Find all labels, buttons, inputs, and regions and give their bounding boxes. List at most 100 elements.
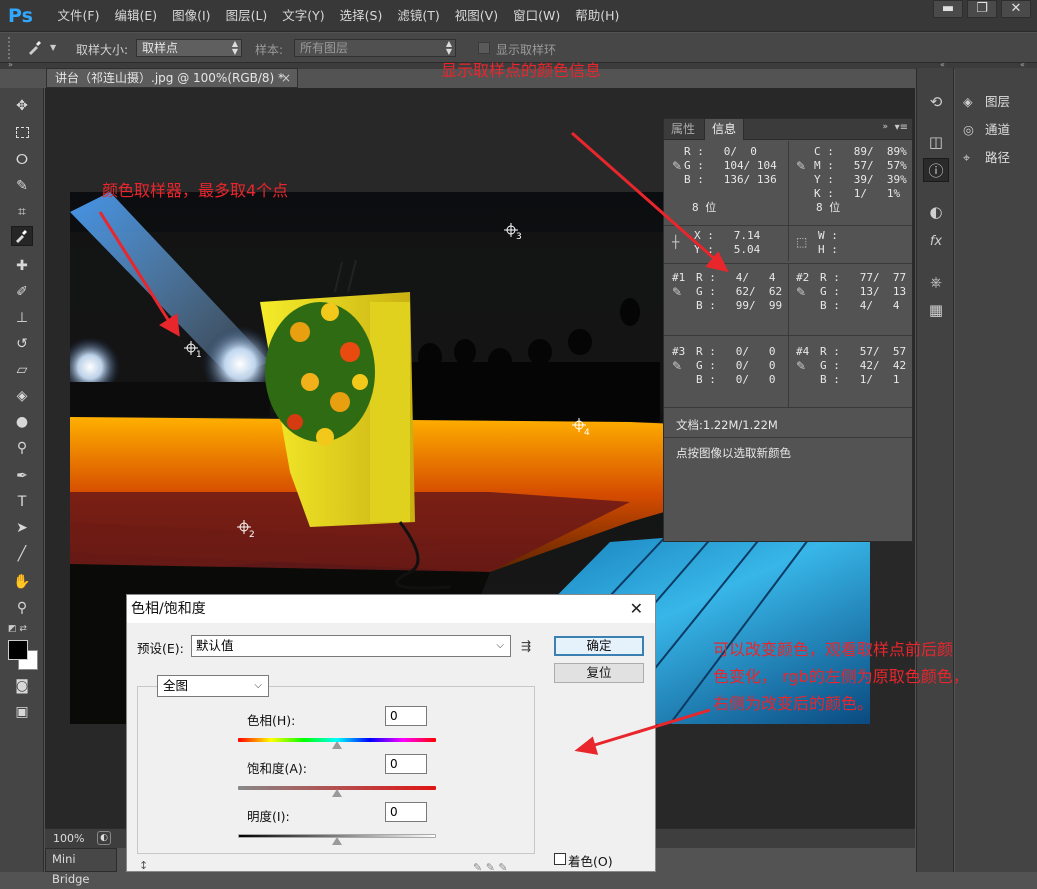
eyedropper-icon[interactable] xyxy=(26,38,46,58)
menu-select[interactable]: 选择(S) xyxy=(332,0,390,32)
layers-panel-collapsed: ◈ 图层 ◎ 通道 ⌖ 路径 xyxy=(955,68,1037,872)
hue-input[interactable]: 0 xyxy=(385,706,427,726)
swatches-icon[interactable]: ⎈ xyxy=(923,270,949,294)
line-tool-icon[interactable]: ╱ xyxy=(11,544,33,564)
ok-button[interactable]: 确定 xyxy=(554,636,644,656)
tab-info[interactable]: 信息 xyxy=(704,119,745,140)
saturation-slider-thumb[interactable] xyxy=(332,789,342,797)
divider xyxy=(788,141,789,225)
paths-icon: ⌖ xyxy=(963,150,971,165)
document-tab[interactable]: 讲台（祁连山摄）.jpg @ 100%(RGB/8) * × xyxy=(46,68,298,88)
move-tool-icon[interactable]: ✥ xyxy=(11,96,33,116)
photoshop-logo: Ps xyxy=(8,5,33,27)
pen-tool-icon[interactable]: ✒ xyxy=(11,466,33,486)
eyedropper-icon: ✎ xyxy=(672,159,683,173)
updown-icon: ▲ ▼ xyxy=(445,39,452,56)
info-panel: 属性 信息 » ▾≡ ✎ R : 0/ 0 G : 104/ 104 B : 1… xyxy=(663,118,913,542)
eyedropper-tool-icon[interactable] xyxy=(11,226,33,246)
menu-window[interactable]: 窗口(W) xyxy=(506,0,568,32)
hue-slider-thumb[interactable] xyxy=(332,741,342,749)
status-info-icon[interactable]: ◐ xyxy=(97,831,111,845)
dialog-title: 色相/饱和度 xyxy=(131,601,206,617)
paint-bucket-icon[interactable]: ◈ xyxy=(11,386,33,406)
sample-size-select[interactable]: 取样点 ▲ ▼ xyxy=(136,39,242,57)
collapse-icon[interactable]: » xyxy=(8,60,13,69)
eyedropper-icon: ✎ xyxy=(796,359,807,373)
info-x: 7.14 xyxy=(733,229,761,242)
sampler-4-r: 57/ 57 xyxy=(859,345,907,358)
divider xyxy=(788,335,789,407)
lasso-tool-icon[interactable]: ⵔ xyxy=(11,150,33,170)
sampler-3-r: 0/ 0 xyxy=(735,345,776,358)
reset-button[interactable]: 复位 xyxy=(554,663,644,683)
close-tab-icon[interactable]: × xyxy=(281,69,291,87)
maximize-button[interactable]: ❐ xyxy=(967,0,997,18)
saturation-input[interactable]: 0 xyxy=(385,754,427,774)
layers-tab[interactable]: ◈ 图层 xyxy=(963,90,1010,114)
brush-tool-icon[interactable]: ✐ xyxy=(11,282,33,302)
healing-brush-icon[interactable]: ✚ xyxy=(11,256,33,276)
hand-tool-icon[interactable]: ✋ xyxy=(11,572,33,592)
lightness-slider-thumb[interactable] xyxy=(332,837,342,845)
layers-icon: ◈ xyxy=(963,94,973,109)
menu-view[interactable]: 视图(V) xyxy=(447,0,505,32)
collapse-icon[interactable]: » xyxy=(882,122,888,132)
lightness-input[interactable]: 0 xyxy=(385,802,427,822)
history-panel-icon[interactable]: ⟲ xyxy=(923,90,949,114)
tab-properties[interactable]: 属性 xyxy=(664,119,702,140)
type-tool-icon[interactable]: T xyxy=(11,492,33,512)
menu-type[interactable]: 文字(Y) xyxy=(275,0,332,32)
preset-options-icon[interactable]: ⇶ xyxy=(521,639,531,653)
screen-mode-icon[interactable]: ▣ xyxy=(11,702,33,722)
sampler-2-r: 77/ 77 xyxy=(859,271,907,284)
chevron-down-icon: ⌵ xyxy=(254,680,262,691)
show-ring-checkbox[interactable] xyxy=(478,42,490,54)
sampler-1-id: #1 xyxy=(672,271,686,284)
menu-filter[interactable]: 滤镜(T) xyxy=(390,0,447,32)
menu-layer[interactable]: 图层(L) xyxy=(218,0,275,32)
target-adjust-icon[interactable]: ↕ xyxy=(139,859,148,872)
bit-depth-right: 8 位 xyxy=(816,201,841,214)
stamp-tool-icon[interactable]: ⊥ xyxy=(11,308,33,328)
marquee-tool-icon[interactable] xyxy=(11,123,33,143)
menu-file[interactable]: 文件(F) xyxy=(50,0,107,32)
default-colors-icon[interactable]: ◩ ⇄ xyxy=(8,624,27,634)
mini-bridge-tab[interactable]: Mini Bridge xyxy=(45,848,117,886)
sample-value: 所有图层 xyxy=(300,41,349,55)
grid-icon[interactable]: ▦ xyxy=(923,298,949,322)
paths-tab[interactable]: ⌖ 路径 xyxy=(963,146,1010,170)
dodge-tool-icon[interactable]: ⚲ xyxy=(11,438,33,458)
close-icon[interactable]: ✕ xyxy=(630,595,643,623)
hue-label: 色相(H): xyxy=(247,713,296,728)
close-button[interactable]: ✕ xyxy=(1001,0,1031,18)
blur-tool-icon[interactable]: ● xyxy=(11,412,33,432)
history-brush-icon[interactable]: ↺ xyxy=(11,334,33,354)
zoom-level[interactable]: 100% xyxy=(53,832,84,845)
sampler-3-g: 0/ 0 xyxy=(735,359,776,372)
channel-select[interactable]: 全图 ⌵ xyxy=(157,675,269,697)
minimize-button[interactable]: ▬ xyxy=(933,0,963,18)
crop-tool-icon[interactable]: ⌗ xyxy=(11,202,33,222)
info-panel-icon[interactable]: ⓘ xyxy=(923,158,949,182)
zoom-tool-icon[interactable]: ⚲ xyxy=(11,598,33,618)
adjustments-icon[interactable]: ◫ xyxy=(923,130,949,154)
colorize-checkbox[interactable] xyxy=(554,853,566,865)
tool-preset-chevron-icon[interactable]: ▼ xyxy=(50,43,56,52)
path-select-icon[interactable]: ➤ xyxy=(11,518,33,538)
menu-help[interactable]: 帮助(H) xyxy=(568,0,627,32)
foreground-color[interactable] xyxy=(8,640,28,660)
eyedropper-icon[interactable]: ✎ ✎ ✎ xyxy=(473,861,508,874)
eraser-tool-icon[interactable]: ▱ xyxy=(11,360,33,380)
styles-icon[interactable]: ◐ xyxy=(923,200,949,224)
sampler-label-4: 4 xyxy=(584,428,590,438)
preset-select[interactable]: 默认值 ⌵ xyxy=(191,635,511,657)
quick-mask-icon[interactable]: ◙ xyxy=(11,676,33,696)
fx-icon[interactable]: fx xyxy=(923,228,949,252)
channels-tab[interactable]: ◎ 通道 xyxy=(963,118,1010,142)
menu-image[interactable]: 图像(I) xyxy=(165,0,218,32)
sample-select[interactable]: 所有图层 ▲ ▼ xyxy=(294,39,456,57)
quick-select-tool-icon[interactable]: ✎ xyxy=(11,176,33,196)
sampler-label-2: 2 xyxy=(249,530,255,540)
menu-edit[interactable]: 编辑(E) xyxy=(107,0,165,32)
panel-menu-icon[interactable]: ▾≡ xyxy=(895,122,908,133)
